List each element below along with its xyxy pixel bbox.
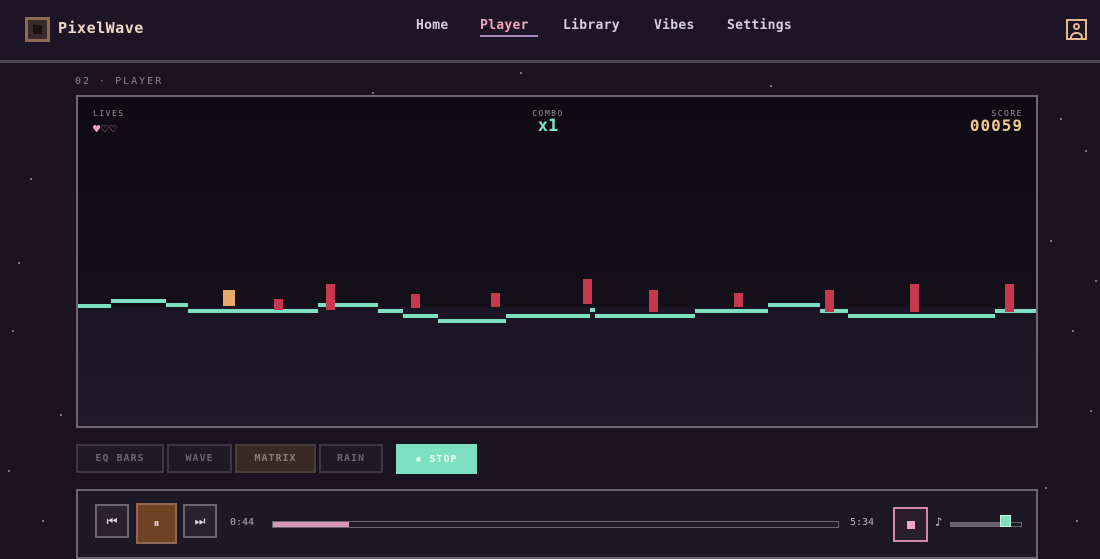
skip-back-icon: ⏮ [106,513,118,528]
obstacle-block [649,290,658,312]
mode-eq-bars-button[interactable]: EQ BARS [76,444,164,473]
star [8,470,10,472]
track-segment [995,309,1036,313]
track-segment [506,314,590,318]
star [1076,520,1078,522]
total-duration: 5:34 [850,517,875,528]
track-segment [403,314,438,318]
nav-vibes[interactable]: Vibes [654,18,695,33]
track-segment [695,309,718,313]
game-canvas[interactable]: LIVES ♥♡♡ COMBO x1 SCORE 00059 [76,95,1038,428]
nav-player[interactable]: Player [480,18,529,33]
obstacle-block [411,294,420,308]
progress-fill [273,522,350,527]
track-segment [595,314,613,318]
star [18,262,20,264]
star [1085,150,1087,152]
pause-icon: ⏸ [153,516,160,530]
star [520,72,522,74]
track-segment [590,308,595,312]
combo-value: x1 [537,116,559,136]
skip-forward-icon: ⏭ [194,513,206,528]
track-segment [613,314,695,318]
nav-home[interactable]: Home [416,18,449,33]
obstacle-block [326,284,335,310]
star [1095,280,1097,282]
progress-bar[interactable] [272,521,839,528]
nav-library[interactable]: Library [563,18,620,33]
track-segment [111,299,166,303]
previous-track-button[interactable]: ⏮ [95,504,129,538]
top-bar: PixelWave Home Player Library Vibes Sett… [0,0,1100,60]
score-value: 00059 [969,116,1023,135]
track-segment [933,314,995,318]
track-segment [768,303,820,307]
star [372,92,374,94]
obstacle-block [825,290,834,312]
obstacle-block [491,293,500,307]
star [30,178,32,180]
stop-button[interactable] [893,507,928,542]
obstacle-block [910,284,919,312]
star [42,520,44,522]
star [1060,118,1062,120]
obstacle-block [583,279,592,304]
volume-fill [951,523,1006,526]
stop-visualizer-button[interactable]: ▪ STOP [396,444,477,474]
volume-note-icon: ♪ [935,515,943,529]
track-segment [718,309,768,313]
brand-name: PixelWave [58,19,144,37]
track-segment [848,314,933,318]
star [60,414,62,416]
track-segment [295,309,318,313]
star [770,85,772,87]
volume-slider[interactable] [950,522,1022,527]
game-track [78,279,1036,323]
elapsed-time: 0:44 [230,517,255,528]
track-segment [438,319,506,323]
stop-icon [906,520,915,529]
next-track-button[interactable]: ⏭ [183,504,217,538]
mode-rain-button[interactable]: RAIN [319,444,383,473]
star [12,330,14,332]
pause-button[interactable]: ⏸ [136,503,177,544]
header-divider [0,60,1100,63]
volume-thumb[interactable] [999,515,1011,527]
star [1072,330,1074,332]
star [1050,240,1052,242]
star [1045,487,1047,489]
track-segment [78,304,111,308]
track-segment [166,303,188,307]
logo-icon [25,17,50,42]
nav-active-underline [480,35,538,37]
track-segment [378,309,403,313]
obstacle-block [1005,284,1014,312]
user-profile-icon[interactable] [1066,19,1087,40]
section-label: 02 · PLAYER [75,76,164,87]
mode-matrix-button[interactable]: MATRIX [235,444,316,473]
star [1090,410,1092,412]
lives-hearts: ♥♡♡ [93,122,118,136]
obstacle-block [734,293,743,307]
lives-label: LIVES [93,109,125,118]
mode-wave-button[interactable]: WAVE [167,444,232,473]
player-character [223,290,235,306]
obstacle-block [274,299,283,310]
player-bar: ⏮ ⏸ ⏭ 0:44 5:34 ♪ [76,489,1038,559]
nav-settings[interactable]: Settings [727,18,792,33]
